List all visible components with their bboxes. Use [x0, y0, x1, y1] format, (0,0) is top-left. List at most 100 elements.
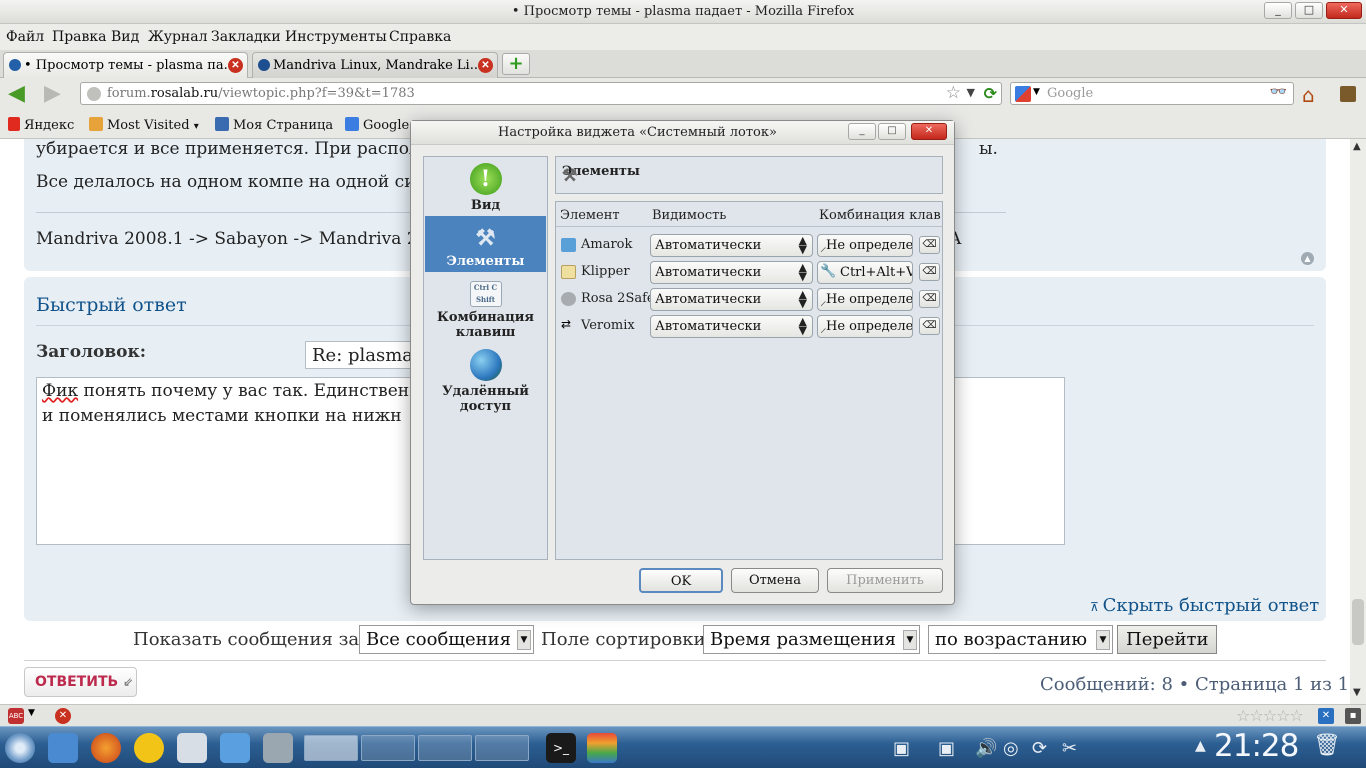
- column-header-element[interactable]: Элемент: [560, 208, 620, 223]
- clock[interactable]: 21:28: [1214, 728, 1299, 764]
- scissors-icon[interactable]: ✂: [1062, 738, 1077, 759]
- network-icon[interactable]: ◎: [1003, 738, 1019, 759]
- url-bar[interactable]: forum.rosalab.ru/viewtopic.php?f=39&t=17…: [80, 82, 1002, 105]
- visibility-select[interactable]: Автоматически ▲ ▼: [650, 234, 813, 257]
- close-button[interactable]: ✕: [1326, 2, 1362, 19]
- search-bar[interactable]: ▼ Google 👓: [1010, 82, 1294, 105]
- clear-shortcut-icon[interactable]: ⌫: [919, 290, 940, 308]
- sort-field-label: Поле сортировки: [541, 629, 706, 650]
- media-player-icon[interactable]: [220, 733, 250, 763]
- start-menu-icon[interactable]: [5, 733, 35, 763]
- clear-shortcut-icon[interactable]: ⌫: [919, 236, 940, 254]
- url-text[interactable]: forum.rosalab.ru/viewtopic.php?f=39&t=17…: [107, 86, 415, 101]
- addon-icon[interactable]: ✕: [1318, 708, 1334, 724]
- chevron-down-icon[interactable]: ▼: [1033, 87, 1040, 97]
- cancel-button[interactable]: Отмена: [731, 568, 819, 593]
- chevron-down-icon[interactable]: ▼: [28, 708, 35, 718]
- block-icon[interactable]: ✕: [55, 708, 71, 724]
- visibility-select[interactable]: Автоматически ▲ ▼: [650, 315, 813, 338]
- taskbar-window[interactable]: [418, 735, 472, 761]
- terminal-icon[interactable]: >_: [546, 733, 576, 763]
- hide-quick-reply-link[interactable]: ⊼ Скрыть быстрый ответ: [1090, 595, 1319, 616]
- reload-icon[interactable]: ⟳: [984, 84, 997, 103]
- close-tab-icon[interactable]: ✕: [478, 58, 493, 73]
- shortcut-button[interactable]: 🔧 Ctrl+Alt+V: [817, 261, 913, 284]
- element-name: Rosa 2Safe: [581, 291, 655, 306]
- color-stack-icon[interactable]: [587, 733, 617, 763]
- bookmark-google[interactable]: Google: [345, 117, 409, 133]
- column-header-visibility[interactable]: Видимость: [652, 208, 726, 223]
- bookmark-star-icon[interactable]: ☆: [946, 83, 961, 103]
- shortcut-button[interactable]: ⸝ Не определен: [817, 234, 913, 257]
- menu-bookmarks[interactable]: Закладки: [211, 29, 281, 45]
- clear-shortcut-icon[interactable]: ⌫: [919, 263, 940, 281]
- tab-topic[interactable]: • Просмотр темы - plasma па... ✕: [3, 52, 248, 78]
- menu-file[interactable]: Файл: [6, 29, 44, 45]
- chevron-down-icon[interactable]: ▼: [967, 86, 975, 99]
- rosa-favicon-icon: [9, 59, 21, 71]
- new-tab-button[interactable]: +: [502, 53, 530, 75]
- firefox-icon[interactable]: [91, 733, 121, 763]
- bookmark-yandex[interactable]: Яндекс: [8, 117, 74, 133]
- shortcut-button[interactable]: ⸝ Не определен: [817, 315, 913, 338]
- sidebar-item-remote[interactable]: Удалённый доступ: [425, 349, 546, 414]
- menu-tools[interactable]: Инструменты: [285, 29, 387, 45]
- dialog-minimize-button[interactable]: _: [848, 123, 876, 140]
- update-icon[interactable]: ⟳: [1032, 738, 1047, 759]
- device-icon[interactable]: ▣: [938, 738, 955, 759]
- ok-button[interactable]: OK: [639, 568, 723, 593]
- google-icon[interactable]: [1015, 86, 1031, 102]
- volume-icon[interactable]: 🔊: [975, 738, 997, 759]
- dialog-maximize-button[interactable]: □: [878, 123, 906, 140]
- addon-icon[interactable]: ▪: [1345, 708, 1361, 724]
- minimize-button[interactable]: _: [1264, 2, 1292, 19]
- scrollbar-thumb[interactable]: [1352, 599, 1364, 645]
- menu-edit[interactable]: Правка: [52, 29, 107, 45]
- extension-icon[interactable]: [1340, 86, 1356, 102]
- go-button[interactable]: Перейти: [1117, 625, 1218, 654]
- taskbar-window-firefox[interactable]: [304, 735, 358, 761]
- spellcheck-icon[interactable]: ABC: [8, 708, 24, 724]
- scroll-up-icon[interactable]: ▲: [1353, 141, 1361, 152]
- chat-icon[interactable]: [134, 733, 164, 763]
- chevron-up-icon[interactable]: ▲: [1195, 738, 1206, 754]
- reply-button[interactable]: ОТВЕТИТЬ ⇙: [24, 667, 137, 697]
- sidebar-item-view[interactable]: ! Вид: [425, 163, 546, 215]
- scroll-down-icon[interactable]: ▼: [1353, 687, 1361, 698]
- rating-stars-icon[interactable]: ☆☆☆☆☆: [1236, 706, 1304, 725]
- back-to-top-icon[interactable]: ▲: [1301, 252, 1314, 265]
- column-header-shortcut[interactable]: Комбинация клав: [819, 208, 941, 223]
- taskbar-window[interactable]: [361, 735, 415, 761]
- menu-view[interactable]: Вид: [111, 29, 139, 45]
- vertical-scrollbar[interactable]: ▲ ▼: [1350, 139, 1366, 704]
- home-icon[interactable]: ⌂: [1302, 83, 1315, 107]
- settings-icon[interactable]: [263, 733, 293, 763]
- dialog-close-button[interactable]: ✕: [911, 123, 947, 140]
- visibility-select[interactable]: Автоматически ▲ ▼: [650, 288, 813, 311]
- sidebar-item-shortcuts[interactable]: Ctrl C Shift Комбинация клавиш: [425, 281, 546, 343]
- menu-history[interactable]: Журнал: [148, 29, 208, 45]
- device-icon[interactable]: ▣: [893, 738, 910, 759]
- clear-shortcut-icon[interactable]: ⌫: [919, 317, 940, 335]
- show-messages-select[interactable]: Все сообщения ▼: [359, 625, 534, 654]
- bookmark-most-visited[interactable]: Most Visited ▾: [89, 117, 199, 133]
- sort-field-select[interactable]: Время размещения ▼: [703, 625, 920, 654]
- sort-order-select[interactable]: по возрастанию ▼: [928, 625, 1113, 654]
- mail-icon[interactable]: [177, 733, 207, 763]
- apply-button[interactable]: Применить: [827, 568, 943, 593]
- close-tab-icon[interactable]: ✕: [228, 58, 243, 73]
- sidebar-item-elements[interactable]: ⚒ Элементы: [425, 216, 546, 272]
- trash-icon[interactable]: 🗑: [1313, 733, 1341, 758]
- tab-mandriva[interactable]: Mandriva Linux, Mandrake Li... ✕: [252, 52, 498, 78]
- taskbar-window[interactable]: [475, 735, 529, 761]
- forward-arrow-icon[interactable]: ▶: [44, 83, 61, 105]
- site-identity-icon[interactable]: [87, 87, 101, 101]
- file-manager-icon[interactable]: [48, 733, 78, 763]
- maximize-button[interactable]: □: [1295, 2, 1323, 19]
- binoculars-icon[interactable]: 👓: [1270, 84, 1287, 100]
- back-arrow-icon[interactable]: ◀: [8, 83, 25, 105]
- bookmark-my-page[interactable]: Моя Страница: [215, 117, 333, 133]
- visibility-select[interactable]: Автоматически ▲ ▼: [650, 261, 813, 284]
- shortcut-button[interactable]: ⸝ Не определен: [817, 288, 913, 311]
- menu-help[interactable]: Справка: [389, 29, 451, 45]
